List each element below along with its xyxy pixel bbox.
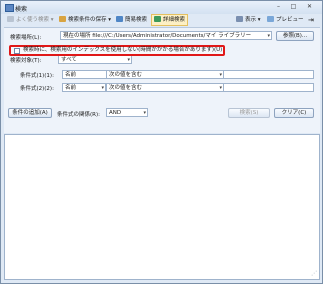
search-target-select[interactable]: すべて ▾ (58, 55, 132, 64)
recent-searches-label: よく使う検索 (16, 17, 50, 23)
window-title: 検索 (15, 6, 28, 13)
preview-icon (267, 16, 274, 22)
add-condition-button[interactable]: 条件の追加(A) (8, 108, 52, 118)
search-target-label: 検索対象(T): (10, 58, 42, 64)
preview-button[interactable]: プレビュー (267, 15, 304, 25)
simple-search-button[interactable]: 簡易検索 (116, 15, 147, 25)
view-icon (236, 16, 243, 22)
location-value: 現在の場所 file:///C:/Users/Administrator/Doc… (63, 33, 252, 39)
title-bar: 検索 – □ ✕ (1, 1, 322, 14)
save-conditions-button[interactable]: 検索条件の保存 ▾ (59, 15, 111, 25)
condition-2-operator-value: 次の値を含む (109, 85, 143, 91)
simple-search-label: 簡易検索 (125, 17, 148, 23)
search-window: 検索 – □ ✕ よく使う検索 ▾ 検索条件の保存 ▾ 簡易検索 詳細検索 表示… (0, 0, 323, 284)
close-button[interactable]: ✕ (303, 3, 316, 11)
condition-2-field-select[interactable]: 名前 ▾ (62, 83, 106, 92)
search-icon (116, 16, 123, 22)
condition-1-operator-value: 次の値を含む (109, 72, 143, 78)
search-target-value: すべて (61, 57, 77, 63)
no-index-checkbox-label[interactable]: 検索時に、検索用のインデックスを使用しない(時間がかかる場合があります)(U) (23, 47, 222, 54)
no-index-checkbox[interactable] (14, 48, 20, 54)
resize-grip-icon[interactable]: ⋰ (311, 270, 317, 277)
view-button[interactable]: 表示 ▾ (236, 15, 261, 25)
clear-button[interactable]: クリア(C) (274, 108, 314, 118)
pin-icon[interactable]: ⇥ (308, 15, 314, 25)
view-label: 表示 (245, 17, 257, 23)
condition-1-operator-select[interactable]: 次の値を含む ▾ (106, 70, 224, 79)
condition-1-label: 条件式(1)(1): (20, 73, 54, 79)
search-button[interactable]: 検索(S) (228, 108, 270, 118)
preview-label: プレビュー (276, 17, 304, 23)
search-conditions-panel: 検索場所(L): 現在の場所 file:///C:/Users/Administ… (4, 27, 320, 133)
save-icon (59, 16, 66, 22)
condition-2-field-value: 名前 (65, 85, 77, 91)
relation-select[interactable]: AND ▾ (106, 108, 148, 117)
results-area[interactable]: ⋰ (4, 134, 320, 280)
advanced-search-icon (154, 16, 161, 22)
chevron-down-icon: ▾ (101, 85, 104, 91)
condition-2-value-input[interactable] (223, 83, 314, 92)
browse-button[interactable]: 参照(B)... (276, 31, 314, 41)
location-label: 検索場所(L): (10, 35, 42, 41)
condition-2-label: 条件式(2)(2): (20, 86, 54, 92)
index-option-highlight: 検索時に、検索用のインデックスを使用しない(時間がかかる場合があります)(U) (9, 45, 225, 56)
condition-1-field-value: 名前 (65, 72, 77, 78)
search-app-icon (5, 4, 14, 12)
condition-1-value-input[interactable] (223, 70, 314, 79)
advanced-search-button[interactable]: 詳細検索 (151, 14, 189, 26)
minimize-button[interactable]: – (272, 3, 285, 11)
chevron-down-icon[interactable]: ▾ (267, 32, 270, 39)
relation-value: AND (109, 110, 122, 116)
star-icon (7, 16, 14, 22)
save-conditions-label: 検索条件の保存 (68, 17, 107, 23)
condition-2-operator-select[interactable]: 次の値を含む ▾ (106, 83, 224, 92)
chevron-down-icon: ▾ (219, 85, 222, 91)
relation-label: 条件式の関係(R): (57, 112, 100, 118)
maximize-button[interactable]: □ (287, 3, 300, 11)
recent-searches-button[interactable]: よく使う検索 ▾ (7, 15, 54, 25)
advanced-search-label: 詳細検索 (163, 17, 186, 23)
chevron-down-icon: ▾ (219, 72, 222, 78)
toolbar: よく使う検索 ▾ 検索条件の保存 ▾ 簡易検索 詳細検索 表示 ▾ プレビュー … (4, 14, 320, 27)
chevron-down-icon: ▾ (143, 110, 146, 116)
chevron-down-icon: ▾ (127, 57, 130, 63)
location-field[interactable]: 現在の場所 file:///C:/Users/Administrator/Doc… (60, 31, 272, 40)
